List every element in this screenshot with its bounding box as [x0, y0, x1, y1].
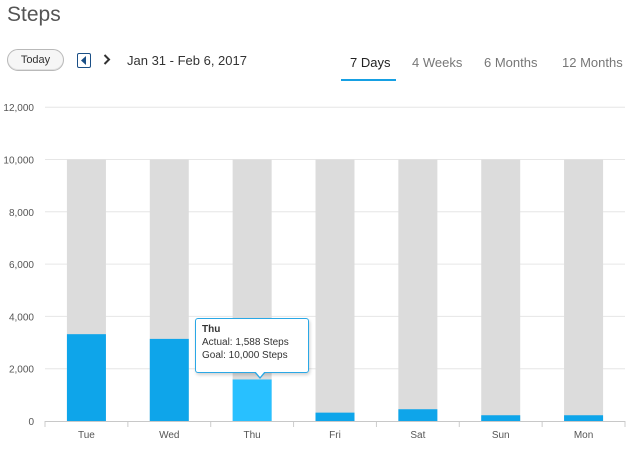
page-title: Steps — [7, 3, 61, 26]
y-tick-label: 0 — [28, 417, 34, 428]
tab-12-months[interactable]: 12 Months — [562, 55, 623, 70]
actual-bar — [564, 415, 604, 421]
actual-bar — [149, 338, 189, 421]
x-tick-label: Fri — [329, 430, 341, 441]
actual-bar — [481, 415, 521, 421]
active-tab-indicator — [341, 79, 396, 81]
tooltip-actual: Actual: 1,588 Steps — [202, 337, 289, 348]
tooltip-goal: Goal: 10,000 Steps — [202, 350, 288, 361]
y-tick-label: 2,000 — [9, 365, 34, 376]
x-tick-label: Mon — [574, 430, 593, 441]
x-tick-label: Wed — [159, 430, 179, 441]
y-tick-label: 10,000 — [3, 156, 34, 167]
x-tick-label: Thu — [244, 430, 261, 441]
x-tick-label: Tue — [78, 430, 95, 441]
actual-bar — [315, 412, 355, 421]
actual-bar — [232, 379, 272, 421]
x-tick-label: Sat — [410, 430, 425, 441]
actual-bar — [66, 334, 106, 421]
x-tick-label: Sun — [492, 430, 510, 441]
range-tabs: 7 Days 4 Weeks 6 Months 12 Months — [0, 55, 640, 85]
y-tick-label: 4,000 — [9, 312, 34, 323]
tooltip: Thu Actual: 1,588 Steps Goal: 10,000 Ste… — [195, 318, 309, 373]
steps-bar-chart: 0 2,000 4,000 6,000 8,000 10,000 12,000 Tue Wed T… — [3, 103, 626, 441]
goal-bar — [481, 159, 521, 421]
goal-bar — [315, 159, 355, 421]
tooltip-pointer-fill — [255, 371, 265, 377]
tab-7-days[interactable]: 7 Days — [350, 55, 390, 70]
tooltip-title: Thu — [202, 324, 221, 335]
actual-bar — [398, 409, 438, 421]
goal-bar — [398, 159, 438, 421]
y-tick-label: 12,000 — [3, 103, 34, 114]
tab-4-weeks[interactable]: 4 Weeks — [412, 55, 462, 70]
y-tick-label: 6,000 — [9, 260, 34, 271]
goal-bar — [564, 159, 604, 421]
tab-6-months[interactable]: 6 Months — [484, 55, 537, 70]
y-tick-label: 8,000 — [9, 208, 34, 219]
